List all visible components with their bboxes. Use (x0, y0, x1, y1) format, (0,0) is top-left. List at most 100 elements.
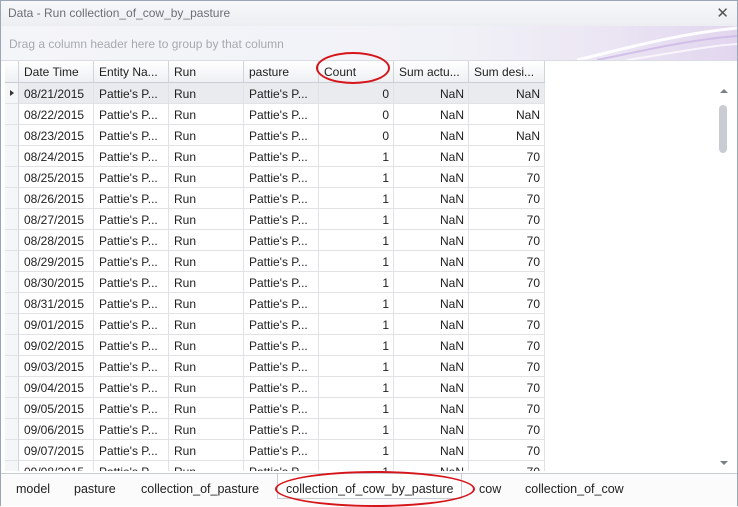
cell-entity-name[interactable]: Pattie's P... (94, 377, 169, 398)
cell-date-time[interactable]: 08/23/2015 (19, 125, 94, 146)
cell-sum-actual[interactable]: NaN (394, 461, 469, 471)
cell-sum-actual[interactable]: NaN (394, 146, 469, 167)
tab-pasture[interactable]: pasture (74, 482, 116, 496)
cell-run[interactable]: Run (169, 188, 244, 209)
cell-date-time[interactable]: 08/21/2015 (19, 83, 94, 104)
row-indicator[interactable] (5, 251, 19, 272)
row-indicator[interactable] (5, 398, 19, 419)
cell-count[interactable]: 1 (319, 461, 394, 471)
cell-sum-desired[interactable]: NaN (469, 125, 545, 146)
cell-entity-name[interactable]: Pattie's P... (94, 146, 169, 167)
scroll-up-icon[interactable] (720, 89, 728, 93)
group-panel[interactable]: Drag a column header here to group by th… (1, 26, 737, 61)
cell-count[interactable]: 1 (319, 440, 394, 461)
cell-count[interactable]: 1 (319, 419, 394, 440)
column-header-date-time[interactable]: Date Time (19, 61, 94, 83)
scroll-thumb[interactable] (719, 105, 727, 153)
cell-sum-desired[interactable]: 70 (469, 461, 545, 471)
tab-collection-of-cow-by-pasture[interactable]: collection_of_cow_by_pasture (277, 474, 463, 499)
table-row[interactable]: 09/06/2015 Pattie's P... Run Pattie's P... 1… (5, 419, 545, 440)
cell-sum-desired[interactable]: 70 (469, 272, 545, 293)
cell-entity-name[interactable]: Pattie's P... (94, 188, 169, 209)
cell-pasture[interactable]: Pattie's P... (244, 83, 319, 104)
column-header-run[interactable]: Run (169, 61, 244, 83)
cell-count[interactable]: 1 (319, 188, 394, 209)
cell-sum-actual[interactable]: NaN (394, 335, 469, 356)
cell-sum-desired[interactable]: 70 (469, 398, 545, 419)
cell-date-time[interactable]: 09/04/2015 (19, 377, 94, 398)
row-indicator[interactable] (5, 209, 19, 230)
cell-run[interactable]: Run (169, 209, 244, 230)
vertical-scrollbar[interactable] (717, 83, 731, 471)
row-indicator[interactable] (5, 419, 19, 440)
table-row[interactable]: 08/29/2015 Pattie's P... Run Pattie's P... 1… (5, 251, 545, 272)
cell-date-time[interactable]: 09/06/2015 (19, 419, 94, 440)
cell-entity-name[interactable]: Pattie's P... (94, 167, 169, 188)
cell-date-time[interactable]: 09/05/2015 (19, 398, 94, 419)
row-indicator[interactable] (5, 146, 19, 167)
cell-sum-actual[interactable]: NaN (394, 125, 469, 146)
cell-entity-name[interactable]: Pattie's P... (94, 251, 169, 272)
cell-entity-name[interactable]: Pattie's P... (94, 209, 169, 230)
row-indicator[interactable] (5, 293, 19, 314)
row-indicator[interactable] (5, 461, 19, 471)
table-row[interactable]: 08/23/2015 Pattie's P... Run Pattie's P... 0… (5, 125, 545, 146)
table-row[interactable]: 08/26/2015 Pattie's P... Run Pattie's P... 1… (5, 188, 545, 209)
cell-count[interactable]: 1 (319, 251, 394, 272)
cell-entity-name[interactable]: Pattie's P... (94, 356, 169, 377)
cell-run[interactable]: Run (169, 440, 244, 461)
cell-count[interactable]: 1 (319, 272, 394, 293)
cell-entity-name[interactable]: Pattie's P... (94, 272, 169, 293)
cell-pasture[interactable]: Pattie's P... (244, 125, 319, 146)
cell-date-time[interactable]: 08/31/2015 (19, 293, 94, 314)
cell-pasture[interactable]: Pattie's P... (244, 398, 319, 419)
cell-entity-name[interactable]: Pattie's P... (94, 398, 169, 419)
cell-sum-desired[interactable]: 70 (469, 377, 545, 398)
cell-entity-name[interactable]: Pattie's P... (94, 440, 169, 461)
column-header-sum-desired[interactable]: Sum desi... (469, 61, 545, 83)
tab-collection-of-pasture[interactable]: collection_of_pasture (141, 482, 259, 496)
cell-count[interactable]: 1 (319, 314, 394, 335)
cell-run[interactable]: Run (169, 377, 244, 398)
cell-sum-desired[interactable]: 70 (469, 335, 545, 356)
cell-run[interactable]: Run (169, 314, 244, 335)
cell-date-time[interactable]: 08/28/2015 (19, 230, 94, 251)
cell-pasture[interactable]: Pattie's P... (244, 356, 319, 377)
row-indicator[interactable] (5, 188, 19, 209)
cell-date-time[interactable]: 09/03/2015 (19, 356, 94, 377)
row-indicator[interactable] (5, 272, 19, 293)
cell-pasture[interactable]: Pattie's P... (244, 230, 319, 251)
table-row[interactable]: 08/28/2015 Pattie's P... Run Pattie's P... 1… (5, 230, 545, 251)
row-indicator[interactable] (5, 377, 19, 398)
cell-date-time[interactable]: 09/01/2015 (19, 314, 94, 335)
cell-pasture[interactable]: Pattie's P... (244, 461, 319, 471)
cell-run[interactable]: Run (169, 272, 244, 293)
cell-entity-name[interactable]: Pattie's P... (94, 419, 169, 440)
table-row[interactable]: 09/07/2015 Pattie's P... Run Pattie's P... 1… (5, 440, 545, 461)
cell-date-time[interactable]: 08/22/2015 (19, 104, 94, 125)
cell-run[interactable]: Run (169, 398, 244, 419)
cell-sum-actual[interactable]: NaN (394, 314, 469, 335)
row-indicator[interactable] (5, 83, 19, 104)
cell-sum-actual[interactable]: NaN (394, 104, 469, 125)
cell-pasture[interactable]: Pattie's P... (244, 146, 319, 167)
cell-sum-actual[interactable]: NaN (394, 251, 469, 272)
cell-date-time[interactable]: 08/27/2015 (19, 209, 94, 230)
row-indicator[interactable] (5, 440, 19, 461)
cell-count[interactable]: 1 (319, 356, 394, 377)
cell-sum-actual[interactable]: NaN (394, 293, 469, 314)
cell-date-time[interactable]: 08/30/2015 (19, 272, 94, 293)
cell-sum-desired[interactable]: 70 (469, 440, 545, 461)
cell-date-time[interactable]: 08/26/2015 (19, 188, 94, 209)
cell-run[interactable]: Run (169, 419, 244, 440)
cell-sum-desired[interactable]: 70 (469, 293, 545, 314)
cell-run[interactable]: Run (169, 251, 244, 272)
cell-count[interactable]: 1 (319, 398, 394, 419)
cell-entity-name[interactable]: Pattie's P... (94, 293, 169, 314)
cell-count[interactable]: 1 (319, 209, 394, 230)
cell-run[interactable]: Run (169, 230, 244, 251)
table-row[interactable]: 08/31/2015 Pattie's P... Run Pattie's P... 1… (5, 293, 545, 314)
cell-sum-desired[interactable]: 70 (469, 230, 545, 251)
cell-sum-desired[interactable]: 70 (469, 251, 545, 272)
cell-sum-desired[interactable]: 70 (469, 356, 545, 377)
